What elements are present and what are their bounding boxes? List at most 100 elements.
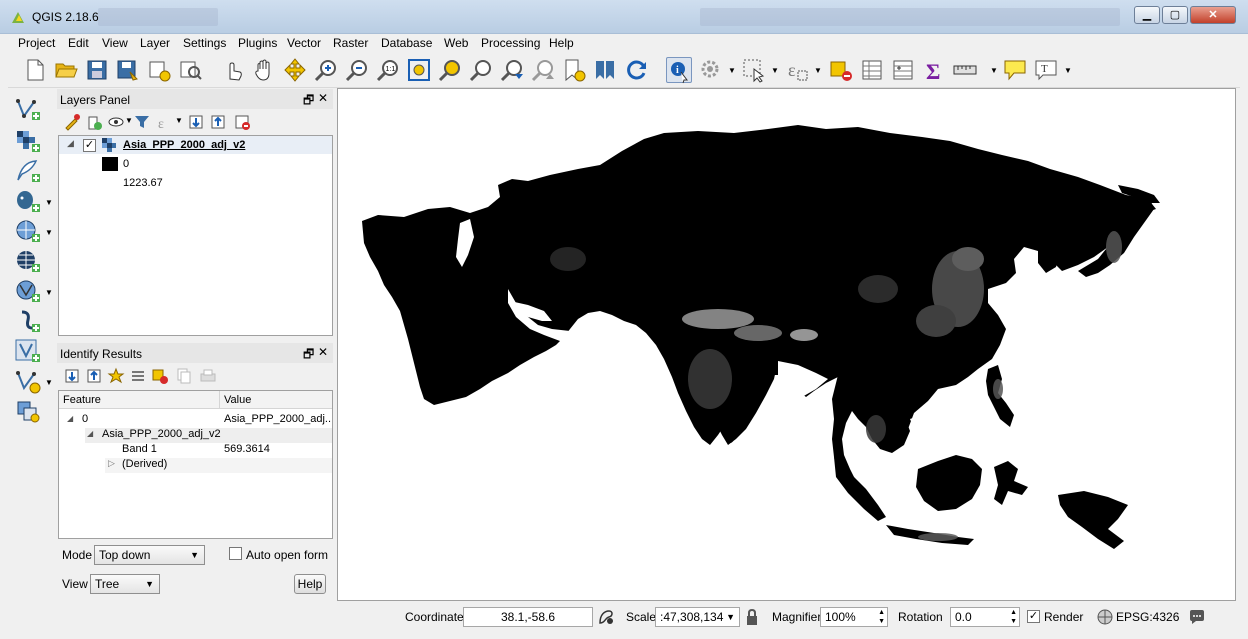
zoom-out-icon[interactable]: [344, 57, 370, 83]
magnifier-spinbox[interactable]: 100% ▲ ▼: [820, 607, 888, 627]
save-as-icon[interactable]: [115, 57, 141, 83]
close-panel-icon[interactable]: ✕: [318, 91, 328, 105]
identify-icon[interactable]: i: [666, 57, 692, 84]
add-vector-layer-icon[interactable]: [14, 96, 42, 122]
statistics-icon[interactable]: Σ: [921, 57, 947, 84]
zoom-to-selection-icon[interactable]: [437, 57, 463, 83]
lock-scale-icon[interactable]: [745, 608, 759, 626]
menu-project[interactable]: Project: [18, 36, 55, 50]
new-shapefile-icon[interactable]: [14, 368, 42, 394]
column-header-value[interactable]: Value: [224, 394, 251, 406]
style-manager-icon[interactable]: [63, 113, 81, 131]
add-postgis-layer-icon[interactable]: [14, 188, 42, 214]
zoom-native-icon[interactable]: 1:1: [375, 57, 401, 83]
expand-new-results-icon[interactable]: [107, 367, 125, 385]
menu-raster[interactable]: Raster: [333, 36, 368, 50]
map-canvas[interactable]: [337, 88, 1236, 601]
action-dropdown-icon[interactable]: ▼: [728, 66, 736, 75]
help-button[interactable]: Help: [294, 574, 326, 594]
zoom-to-layer-icon[interactable]: [468, 57, 494, 83]
filter-by-expression-icon[interactable]: ε: [155, 113, 173, 132]
menu-web[interactable]: Web: [444, 36, 468, 50]
remove-layer-icon[interactable]: [233, 113, 251, 131]
zoom-next-icon[interactable]: [530, 57, 556, 83]
composer-manager-icon[interactable]: [177, 57, 203, 83]
add-virtual-layer-icon[interactable]: [14, 338, 42, 364]
wfs-dropdown-icon[interactable]: ▼: [45, 288, 53, 297]
toggle-extents-icon[interactable]: [597, 608, 615, 626]
action-icon[interactable]: [698, 57, 724, 83]
table-row-value[interactable]: Asia_PPP_2000_adj...: [224, 413, 332, 425]
filter-expression-dropdown-icon[interactable]: ▼: [175, 116, 183, 125]
pan-map-icon[interactable]: [251, 57, 277, 83]
new-geopackage-icon[interactable]: [14, 398, 42, 424]
menu-processing[interactable]: Processing: [481, 36, 540, 50]
float-panel-icon[interactable]: 🗗: [303, 91, 314, 112]
float-panel-icon[interactable]: 🗗: [303, 345, 314, 366]
table-row-feature[interactable]: 0: [82, 413, 88, 425]
minimize-button[interactable]: ▁: [1134, 6, 1160, 24]
menu-layer[interactable]: Layer: [140, 36, 170, 50]
scale-select[interactable]: :47,308,134 ▼: [655, 607, 740, 627]
messages-icon[interactable]: [1188, 608, 1206, 626]
add-wcs-layer-icon[interactable]: [14, 248, 42, 274]
menu-vector[interactable]: Vector: [287, 36, 321, 50]
manage-visibility-icon[interactable]: [107, 113, 125, 131]
add-delimited-text-icon[interactable]: [14, 158, 42, 184]
expand-tree-icon[interactable]: [63, 367, 81, 385]
collapse-arrow-icon[interactable]: ◢: [67, 138, 74, 149]
open-field-calculator-icon[interactable]: [890, 57, 916, 83]
table-row-feature[interactable]: Asia_PPP_2000_adj_v2: [102, 428, 221, 440]
add-group-icon[interactable]: [85, 113, 103, 131]
measure-icon[interactable]: [952, 57, 978, 83]
collapse-tree-icon[interactable]: [85, 367, 103, 385]
select-by-expression-icon[interactable]: ε: [784, 57, 810, 83]
pan-to-selection-icon[interactable]: [282, 57, 308, 83]
expression-dropdown-icon[interactable]: ▼: [814, 66, 822, 75]
collapse-all-icon[interactable]: [209, 113, 227, 131]
add-raster-layer-icon[interactable]: [14, 128, 42, 154]
deselect-icon[interactable]: [828, 57, 854, 83]
new-bookmark-icon[interactable]: [561, 57, 587, 83]
postgis-dropdown-icon[interactable]: ▼: [45, 198, 53, 207]
refresh-icon[interactable]: [623, 57, 649, 83]
clear-results-icon[interactable]: [129, 367, 147, 385]
open-attribute-table-icon[interactable]: [859, 57, 885, 83]
map-tips-icon[interactable]: [1002, 57, 1028, 83]
new-layer-dropdown-icon[interactable]: ▼: [45, 378, 53, 387]
view-select[interactable]: Tree ▼: [90, 574, 160, 594]
annotation-dropdown-icon[interactable]: ▼: [1064, 66, 1072, 75]
visibility-dropdown-icon[interactable]: ▼: [125, 116, 133, 125]
menu-view[interactable]: View: [102, 36, 128, 50]
layer-name[interactable]: Asia_PPP_2000_adj_v2: [123, 139, 245, 151]
add-wfs-layer-icon[interactable]: [14, 278, 42, 304]
menu-help[interactable]: Help: [549, 36, 574, 50]
table-row-feature[interactable]: (Derived): [122, 458, 167, 470]
maximize-button[interactable]: ▢: [1162, 6, 1188, 24]
collapse-arrow-icon[interactable]: ◢: [67, 414, 73, 423]
render-checkbox[interactable]: ✓: [1027, 610, 1040, 623]
select-dropdown-icon[interactable]: ▼: [771, 66, 779, 75]
save-project-icon[interactable]: [84, 57, 110, 83]
select-features-icon[interactable]: [741, 57, 767, 83]
text-annotation-icon[interactable]: T: [1033, 57, 1059, 83]
crs-globe-icon[interactable]: [1097, 609, 1113, 625]
column-header-feature[interactable]: Feature: [63, 394, 101, 406]
wms-dropdown-icon[interactable]: ▼: [45, 228, 53, 237]
menu-edit[interactable]: Edit: [68, 36, 89, 50]
collapse-arrow-icon[interactable]: ◢: [87, 429, 93, 438]
expand-all-icon[interactable]: [187, 113, 205, 131]
close-panel-icon[interactable]: ✕: [318, 345, 328, 359]
auto-open-form-checkbox[interactable]: [229, 547, 242, 560]
close-button[interactable]: ✕: [1190, 6, 1236, 24]
crs-label[interactable]: EPSG:4326: [1116, 610, 1179, 624]
new-print-composer-icon[interactable]: [146, 57, 172, 83]
mode-select[interactable]: Top down ▼: [94, 545, 205, 565]
expand-arrow-icon[interactable]: ▷: [108, 458, 115, 469]
layer-visibility-checkbox[interactable]: ✓: [83, 139, 96, 152]
menu-database[interactable]: Database: [381, 36, 432, 50]
copy-feature-icon[interactable]: [175, 367, 193, 385]
zoom-full-icon[interactable]: [406, 57, 432, 83]
show-bookmarks-icon[interactable]: [592, 57, 618, 83]
zoom-last-icon[interactable]: [499, 57, 525, 83]
